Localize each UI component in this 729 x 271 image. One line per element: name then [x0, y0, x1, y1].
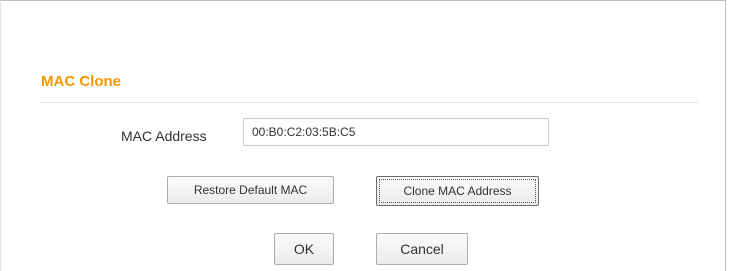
section-title: MAC Clone — [41, 73, 121, 90]
restore-default-mac-button[interactable]: Restore Default MAC — [167, 176, 334, 204]
mac-address-label: MAC Address — [121, 128, 207, 144]
settings-panel: MAC Clone MAC Address Restore Default MA… — [0, 0, 726, 271]
clone-mac-address-button[interactable]: Clone MAC Address — [376, 176, 539, 206]
mac-address-input[interactable] — [243, 118, 549, 146]
clone-mac-address-label: Clone MAC Address — [379, 179, 536, 203]
section-divider — [41, 102, 698, 103]
ok-button[interactable]: OK — [274, 233, 334, 265]
cancel-button[interactable]: Cancel — [376, 233, 468, 265]
